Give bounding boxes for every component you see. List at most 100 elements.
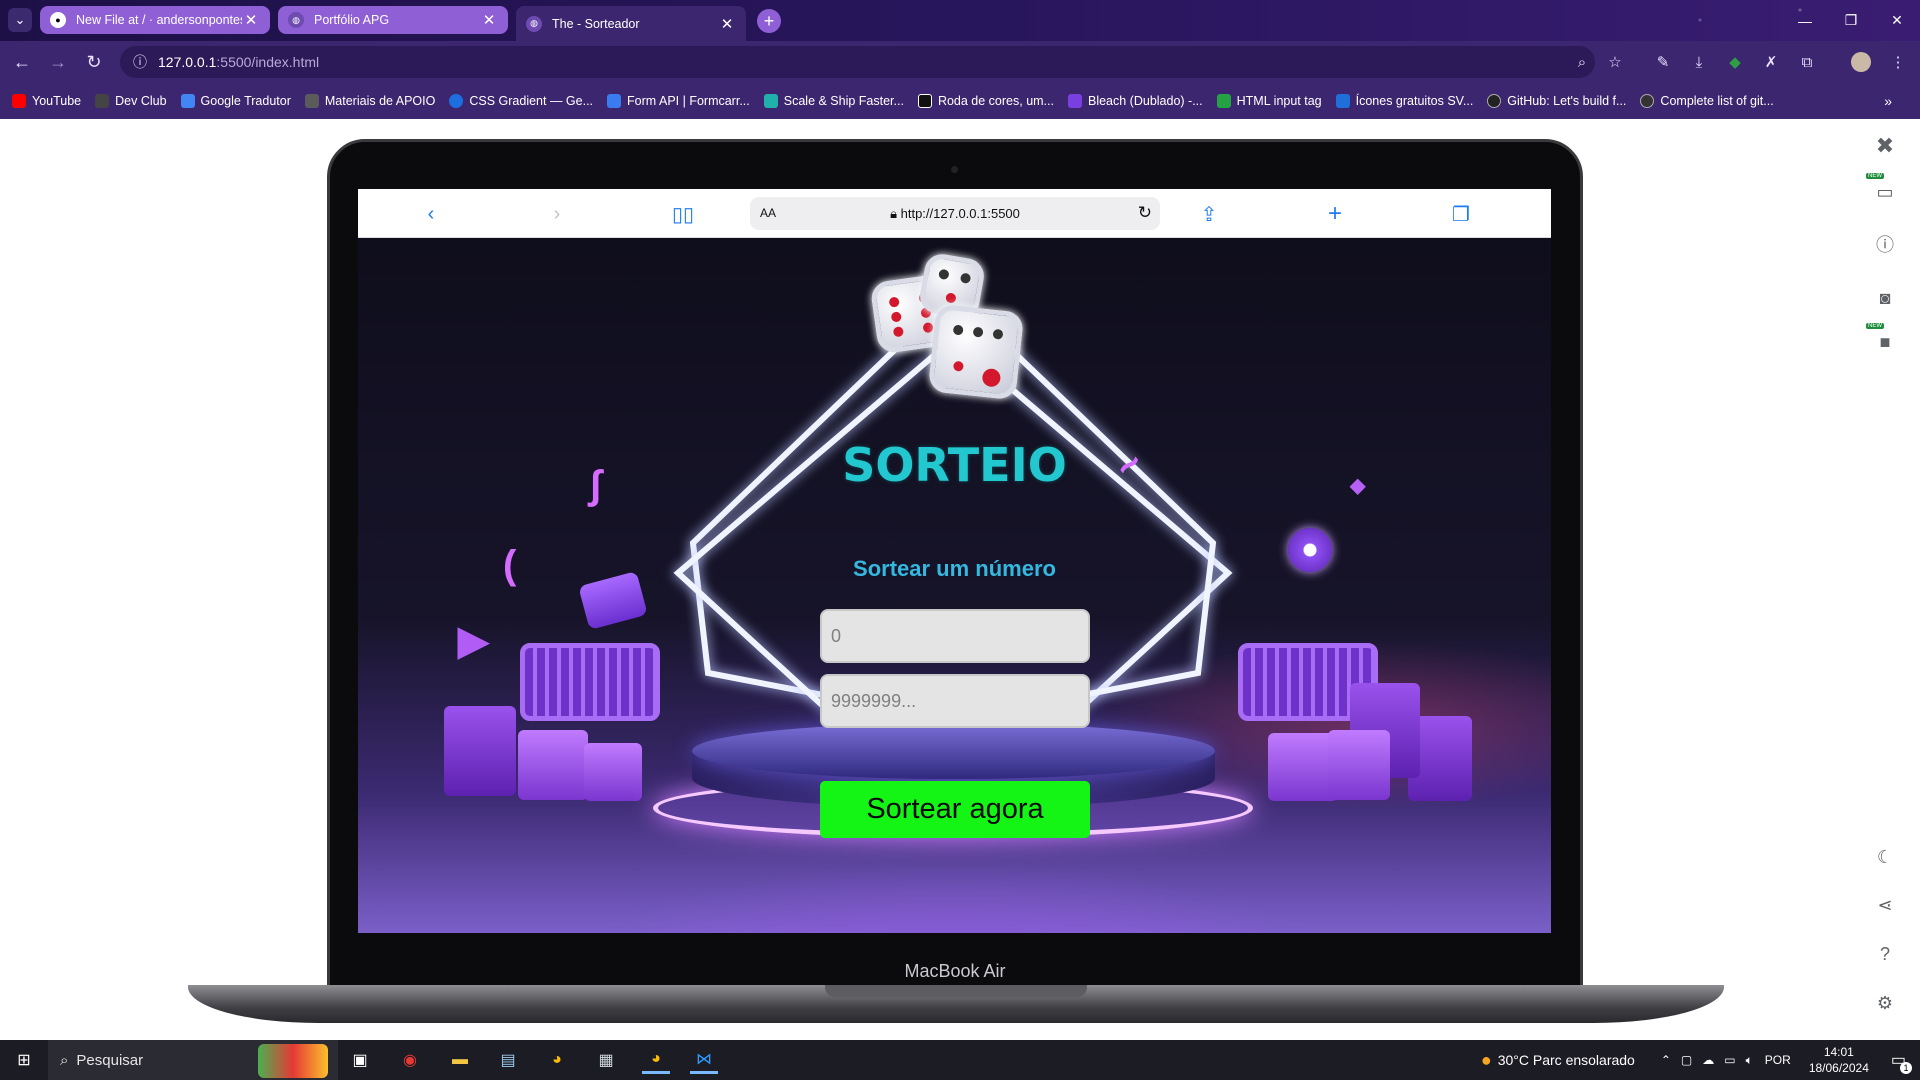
tab-search-button[interactable]: ⌄ — [8, 8, 32, 32]
color-wheel-icon — [917, 94, 932, 108]
minimize-button[interactable]: — — [1782, 0, 1828, 41]
close-window-button[interactable]: ✕ — [1874, 0, 1920, 41]
eyedropper-icon[interactable]: ✎ — [1651, 50, 1675, 74]
info-icon[interactable]: ⓘ — [130, 52, 150, 72]
new-tab-button[interactable]: + — [757, 9, 781, 33]
weather-text[interactable]: 30°C Parc ensolarado — [1498, 1052, 1635, 1068]
bookmark-item[interactable]: YouTube — [12, 94, 81, 108]
menu-icon[interactable]: ⋮ — [1886, 50, 1910, 74]
bookmark-item[interactable]: Ícones gratuitos SV... — [1335, 94, 1474, 108]
bookmark-item[interactable]: Scale & Ship Faster... — [763, 94, 904, 108]
arrow-left-icon: ← — [13, 51, 31, 72]
vscode-icon[interactable]: ⋈ — [690, 1046, 718, 1074]
file-explorer-icon[interactable]: ▬ — [446, 1046, 474, 1074]
extension-icon[interactable]: ◆ — [1723, 50, 1747, 74]
reload-icon[interactable]: ↻ — [1138, 203, 1152, 223]
calculator-icon[interactable]: ▦ — [592, 1046, 620, 1074]
gift-box-left-small — [584, 743, 642, 801]
globe-icon: ◍ — [288, 12, 304, 28]
bookmark-label: Ícones gratuitos SV... — [1355, 94, 1474, 108]
chevron-up-icon[interactable]: ⌃ — [1661, 1053, 1671, 1067]
help-icon[interactable]: ? — [1872, 941, 1898, 967]
volume-icon[interactable]: 🔈︎ — [1746, 1053, 1753, 1068]
close-icon[interactable]: ✕ — [480, 11, 498, 29]
restore-button[interactable]: ❐ — [1828, 0, 1874, 41]
tab-sorteador[interactable]: ◍ The - Sorteador ✕ — [516, 6, 746, 41]
dark-mode-icon[interactable]: ☾ — [1872, 844, 1898, 870]
language-indicator[interactable]: POR — [1765, 1053, 1791, 1067]
reload-button[interactable]: ↻ — [82, 50, 106, 74]
bookmarks-bar: YouTube Dev Club Google Tradutor Materia… — [0, 83, 1920, 119]
bookmark-item[interactable]: Complete list of git... — [1640, 94, 1774, 108]
close-icon: ✕ — [1891, 12, 1903, 28]
app-icon[interactable]: ◉ — [396, 1046, 424, 1074]
settings-gear-icon[interactable]: ⚙ — [1872, 990, 1898, 1016]
bookmark-item[interactable]: Dev Club — [95, 94, 167, 108]
address-bar[interactable]: ⓘ 127.0.0.1:5500/index.html — [120, 46, 1595, 78]
device-url-text: http://127.0.0.1:5500 — [900, 206, 1020, 221]
notification-icon[interactable]: ▭ 1 — [1891, 1050, 1912, 1074]
bookmark-item[interactable]: Google Tradutor — [180, 94, 291, 108]
bookmark-label: Materiais de APOIO — [324, 94, 436, 108]
draw-button[interactable]: Sortear agora — [820, 781, 1090, 838]
url-text: 127.0.0.1:5500/index.html — [158, 54, 319, 70]
camera-icon[interactable]: ◙ — [1872, 285, 1898, 311]
close-circle-icon[interactable]: ✖ — [1872, 133, 1898, 159]
globe-icon: ◍ — [526, 15, 542, 32]
forward-button[interactable]: → — [46, 50, 70, 74]
info-icon[interactable]: ⓘ — [1872, 231, 1898, 257]
chevron-right-icon[interactable]: › — [544, 201, 570, 227]
lock-icon: 🔒︎ — [890, 206, 901, 221]
notepad-icon[interactable]: ▤ — [494, 1046, 522, 1074]
chrome-icon[interactable]: ◕ — [543, 1046, 571, 1074]
new-badge: NEW — [1866, 323, 1884, 329]
min-number-input[interactable]: 0 — [820, 609, 1090, 663]
bookmark-item[interactable]: Form API | Formcarr... — [607, 94, 750, 108]
github-icon: ● — [50, 12, 66, 28]
extension-x-icon[interactable]: ✗ — [1759, 50, 1783, 74]
bookmark-item[interactable]: HTML input tag — [1216, 94, 1322, 108]
share-icon[interactable]: ⋖ — [1872, 892, 1898, 918]
plus-icon[interactable]: + — [1322, 200, 1348, 227]
bookmark-star-icon[interactable]: ☆ — [1603, 50, 1627, 74]
device-address-bar[interactable]: AA 🔒︎ http://127.0.0.1:5500 ↻ — [750, 197, 1160, 230]
clock[interactable]: 14:01 18/06/2024 — [1809, 1044, 1869, 1076]
puzzle-icon[interactable]: ⧉ — [1795, 50, 1819, 74]
min-number-placeholder: 0 — [831, 625, 842, 646]
back-button[interactable]: ← — [10, 50, 34, 74]
tabs-icon[interactable]: ❐ — [1448, 201, 1474, 227]
tab-github[interactable]: ● New File at / · andersonpontes ✕ — [40, 6, 270, 34]
bookmark-item[interactable]: Roda de cores, um... — [917, 94, 1054, 108]
close-icon[interactable]: ✕ — [718, 15, 736, 33]
chrome-active-icon[interactable]: ◕ — [642, 1046, 670, 1074]
bookmark-item[interactable]: GitHub: Let's build f... — [1487, 94, 1626, 108]
bookmark-item[interactable]: Bleach (Dublado) -... — [1067, 94, 1203, 108]
bookmark-item[interactable]: Materiais de APOIO — [304, 94, 436, 108]
windows-start-icon[interactable]: ⊞ — [10, 1046, 38, 1074]
shopping-bag-left — [444, 706, 516, 796]
video-icon[interactable]: NEW ■ — [1866, 323, 1898, 355]
close-icon[interactable]: ✕ — [242, 11, 260, 29]
tab-portfolio[interactable]: ◍ Portfólio APG ✕ — [278, 6, 508, 34]
bookmark-item[interactable]: CSS Gradient — Ge... — [449, 94, 593, 108]
avatar[interactable] — [1851, 52, 1871, 72]
share-icon[interactable]: ⇪ — [1196, 201, 1222, 227]
bookmark-label: Google Tradutor — [200, 94, 291, 108]
device-label: MacBook Air — [904, 961, 1006, 981]
taskbar-search[interactable]: ⌕ Pesquisar — [48, 1040, 338, 1080]
chevron-left-icon[interactable]: ‹ — [418, 201, 444, 227]
max-number-input[interactable]: 9999999... — [820, 674, 1090, 728]
arrow-right-icon: → — [49, 51, 67, 72]
zoom-icon[interactable]: ⌕ — [1570, 50, 1594, 74]
download-icon[interactable]: ⤓ — [1687, 50, 1711, 74]
github-icon — [1487, 94, 1502, 108]
podium-top — [692, 723, 1215, 779]
book-icon[interactable]: ▯▯ — [670, 201, 696, 227]
bookmark-label: Dev Club — [115, 94, 167, 108]
meet-icon[interactable]: ▢ — [1681, 1053, 1692, 1067]
responsive-devices-icon[interactable]: NEW ▭ — [1866, 173, 1898, 205]
chevron-double-right-icon[interactable]: » — [1884, 93, 1892, 109]
task-view-icon[interactable]: ▣ — [346, 1046, 374, 1074]
cloud-icon[interactable]: ☁ — [1702, 1053, 1714, 1067]
network-icon[interactable]: ▭ — [1724, 1053, 1735, 1067]
